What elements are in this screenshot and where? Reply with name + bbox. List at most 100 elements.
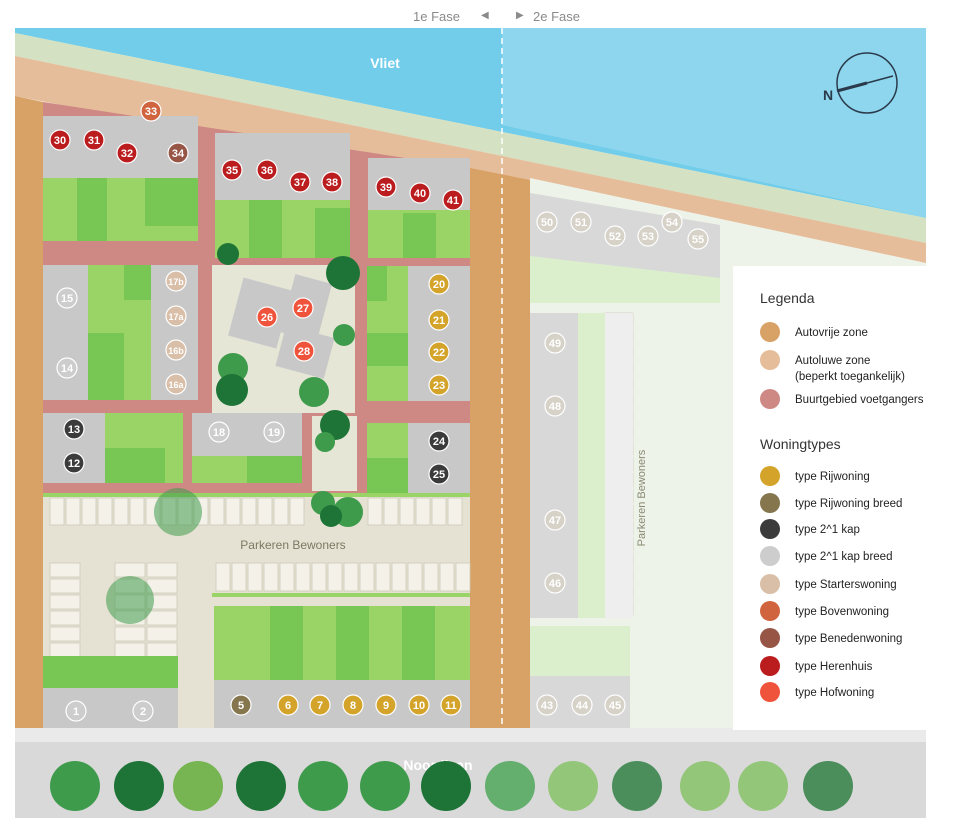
legend-label-line2: (beperkt toegankelijk) bbox=[795, 371, 905, 383]
parking-spot bbox=[231, 562, 247, 592]
house-number-41: 41 bbox=[447, 195, 459, 207]
water-label: Vliet bbox=[370, 55, 400, 71]
legend-label: type Starterswoning bbox=[795, 579, 897, 591]
autovrije-strip-west bbox=[15, 96, 43, 728]
garden bbox=[367, 333, 408, 366]
garden bbox=[247, 456, 302, 483]
house-number-16b: 16b bbox=[168, 346, 184, 356]
houses-14-15 bbox=[43, 265, 88, 400]
parking-spot bbox=[146, 642, 178, 658]
tree bbox=[299, 377, 329, 407]
parking-spot bbox=[215, 562, 231, 592]
legend-item-bovenwoning: type Bovenwoning bbox=[760, 599, 959, 623]
house-number-33: 33 bbox=[145, 106, 157, 118]
legend-label: type Benedenwoning bbox=[795, 633, 903, 645]
house-number-14: 14 bbox=[61, 363, 74, 375]
parking-spot bbox=[146, 626, 178, 642]
tree bbox=[315, 432, 335, 452]
garden bbox=[105, 448, 165, 483]
phase-1-label[interactable]: 1e Fase bbox=[413, 9, 460, 24]
tree bbox=[114, 761, 164, 811]
tree bbox=[803, 761, 853, 811]
parking-spot bbox=[295, 562, 311, 592]
parking-spot bbox=[241, 497, 257, 526]
houses-1-2 bbox=[43, 688, 178, 728]
legend-label: type 2^1 kap bbox=[795, 524, 860, 536]
parking-spot bbox=[311, 562, 327, 592]
garden bbox=[88, 333, 124, 400]
house-number-19: 19 bbox=[268, 427, 280, 439]
parking-spot bbox=[49, 594, 81, 610]
parking-spot bbox=[289, 497, 305, 526]
house-number-28: 28 bbox=[298, 346, 310, 358]
tree bbox=[217, 243, 239, 265]
house-number-36: 36 bbox=[261, 165, 273, 177]
legend-item-hofwoning: type Hofwoning bbox=[760, 680, 959, 704]
house-number-25: 25 bbox=[433, 469, 445, 481]
parking-spot bbox=[327, 562, 343, 592]
parking-spot bbox=[359, 562, 375, 592]
house-number-46: 46 bbox=[549, 578, 561, 590]
phase-selector: 1e Fase ◀ ▶ 2e Fase bbox=[0, 0, 959, 30]
parking-spot bbox=[415, 497, 431, 526]
legend-item-2-1-kap: type 2^1 kap bbox=[760, 517, 959, 541]
legend-item-buurtgebied: Buurtgebied voetgangers bbox=[760, 387, 959, 411]
parking-spot bbox=[279, 562, 295, 592]
house-number-44: 44 bbox=[576, 700, 589, 712]
parking-label: Parkeren Bewoners bbox=[240, 538, 345, 552]
parking-spot bbox=[431, 497, 447, 526]
arrow-right-icon[interactable]: ▶ bbox=[516, 10, 524, 21]
side-parking-label: Parkeren Bewoners bbox=[636, 449, 648, 546]
legend-dot bbox=[760, 601, 780, 621]
parking-spot bbox=[49, 497, 65, 526]
legend-label: Autovrije zone bbox=[795, 327, 868, 339]
legend-panel: Legenda Autovrije zone Autoluwe zone (bep… bbox=[733, 266, 959, 730]
legend-label: Buurtgebied voetgangers bbox=[795, 394, 924, 406]
house-number-13: 13 bbox=[68, 424, 80, 436]
house-number-18: 18 bbox=[213, 427, 225, 439]
tree bbox=[548, 761, 598, 811]
legend-label-line1: Autoluwe zone bbox=[795, 355, 871, 367]
parking-spot bbox=[391, 562, 407, 592]
tree bbox=[680, 761, 730, 811]
parking-spot bbox=[114, 642, 146, 658]
parking-spot bbox=[273, 497, 289, 526]
legend-item-benedenwoning: type Benedenwoning bbox=[760, 626, 959, 650]
house-number-32: 32 bbox=[121, 148, 133, 160]
tree bbox=[173, 761, 223, 811]
house-number-21: 21 bbox=[433, 315, 445, 327]
parking-spot bbox=[407, 562, 423, 592]
garden bbox=[270, 606, 303, 680]
house-number-54: 54 bbox=[666, 217, 679, 229]
houses-5-11 bbox=[214, 680, 470, 728]
phase-2-label[interactable]: 2e Fase bbox=[533, 9, 580, 24]
house-number-38: 38 bbox=[326, 177, 338, 189]
parking-spot bbox=[65, 497, 81, 526]
tree bbox=[360, 761, 410, 811]
house-number-30: 30 bbox=[54, 135, 66, 147]
house-number-8: 8 bbox=[350, 700, 356, 712]
legend-dot bbox=[760, 519, 780, 539]
parking-spot bbox=[81, 497, 97, 526]
garden bbox=[77, 178, 107, 241]
house-number-11: 11 bbox=[445, 700, 457, 712]
house-number-40: 40 bbox=[414, 188, 426, 200]
sidewalk bbox=[15, 728, 926, 742]
parking-spot bbox=[343, 562, 359, 592]
legend-label: Autoluwe zone (beperkt toegankelijk) bbox=[795, 353, 905, 385]
legend-dot bbox=[760, 466, 780, 486]
tree bbox=[738, 761, 788, 811]
parking-spot bbox=[97, 497, 113, 526]
house-number-52: 52 bbox=[609, 231, 621, 243]
house-number-50: 50 bbox=[541, 217, 553, 229]
parking-spot bbox=[455, 562, 471, 592]
parking-hedge bbox=[212, 593, 470, 597]
parking-spot bbox=[146, 610, 178, 626]
house-number-48: 48 bbox=[549, 401, 561, 413]
garden bbox=[367, 266, 387, 301]
parking-spot bbox=[129, 497, 145, 526]
arrow-left-icon[interactable]: ◀ bbox=[481, 10, 489, 21]
parking-hedge bbox=[43, 493, 470, 497]
legend-label: type Herenhuis bbox=[795, 661, 873, 673]
parking-spot bbox=[367, 497, 383, 526]
